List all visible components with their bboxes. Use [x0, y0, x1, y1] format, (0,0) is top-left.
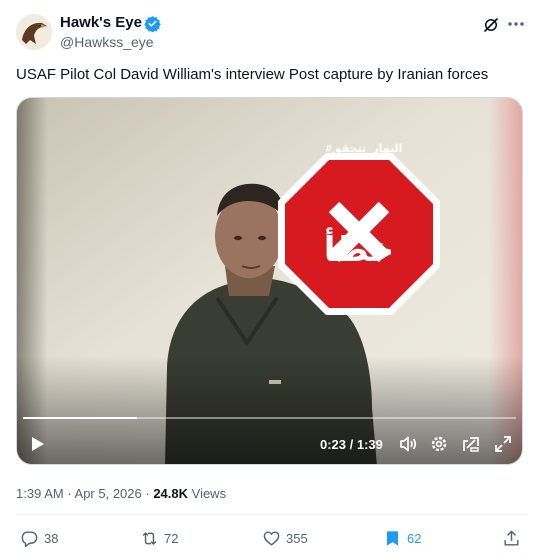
video-progress-bar[interactable]	[23, 417, 516, 419]
reply-button[interactable]: 38	[20, 528, 58, 548]
tweet-timestamp[interactable]: 1:39 AM · Apr 5, 2026 ·	[16, 486, 153, 501]
repost-count: 72	[164, 530, 179, 546]
gear-icon[interactable]	[429, 434, 449, 454]
like-button[interactable]: 355	[262, 528, 308, 548]
hawk-logo-icon	[16, 14, 52, 50]
play-icon[interactable]	[27, 434, 47, 454]
bookmark-button[interactable]: 62	[383, 528, 421, 548]
tweet-text: USAF Pilot Col David William's interview…	[16, 66, 489, 83]
avatar[interactable]	[16, 14, 52, 50]
reply-count: 38	[44, 530, 59, 546]
author-handle[interactable]: @Hawkss_eye	[60, 34, 154, 50]
expand-icon[interactable]	[493, 434, 513, 454]
video-frame	[17, 98, 522, 464]
tweet-meta: 1:39 AM · Apr 5, 2026 · 24.8K Views	[16, 486, 226, 501]
share-button[interactable]	[502, 528, 526, 548]
grok-icon[interactable]	[482, 16, 500, 34]
like-icon	[263, 530, 280, 546]
captions-icon[interactable]	[461, 434, 481, 454]
repost-icon	[142, 531, 157, 545]
video-progress-fill	[23, 417, 138, 419]
volume-icon[interactable]	[398, 434, 418, 454]
divider	[16, 514, 526, 515]
views-label: Views	[188, 486, 227, 501]
video-time: 0:23 / 1:39	[320, 437, 383, 452]
verified-badge-icon	[144, 16, 161, 32]
repost-button[interactable]: 72	[140, 528, 178, 548]
reply-icon	[21, 530, 38, 547]
bookmark-count: 62	[407, 530, 422, 546]
author-name[interactable]: Hawk's Eye	[60, 14, 142, 31]
views-count: 24.8K	[153, 486, 189, 501]
video-player[interactable]: #النهار_تتحقق خطأ 0:23 / 1:39	[16, 97, 523, 465]
more-icon[interactable]	[506, 14, 526, 34]
sign-bottom-text: خطأ	[323, 231, 395, 269]
share-icon	[504, 530, 519, 546]
sign-top-text: #النهار_تتحقق	[325, 143, 403, 155]
bookmark-icon	[386, 530, 399, 546]
tweet-card: Hawk's Eye @Hawkss_eye USAF Pilot Col Da…	[0, 0, 540, 556]
like-count: 355	[286, 530, 308, 546]
